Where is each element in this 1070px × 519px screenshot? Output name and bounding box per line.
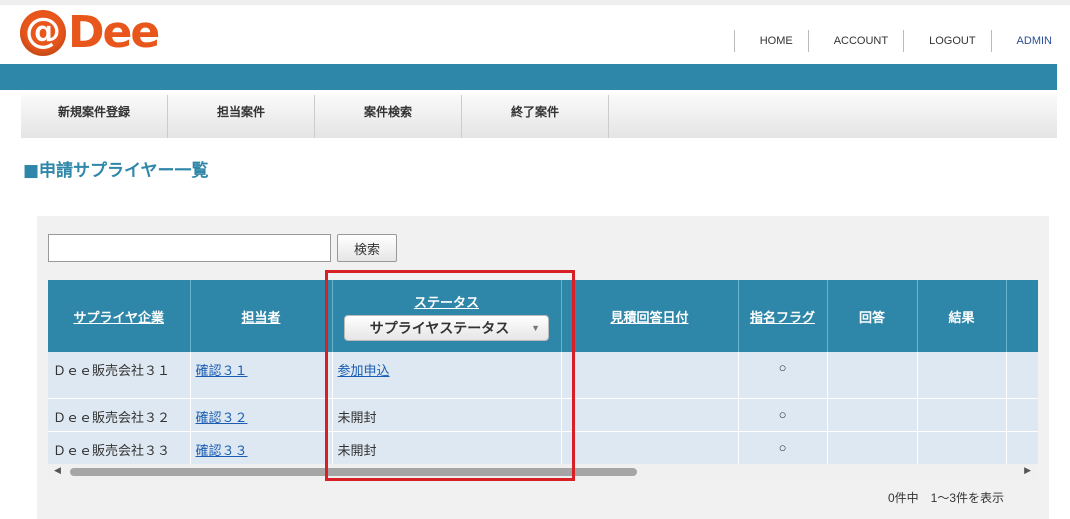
- cell-extra: [1006, 352, 1038, 399]
- search-input[interactable]: [48, 234, 331, 262]
- cell-flag: ○: [738, 431, 828, 465]
- cell-person: 確認３３: [190, 431, 333, 465]
- col-header-person[interactable]: 担当者: [190, 280, 333, 352]
- top-strip: [0, 0, 1070, 5]
- cell-person: 確認３２: [190, 398, 333, 432]
- menu-closed-projects[interactable]: 終了案件: [462, 95, 609, 138]
- menu-new-project[interactable]: 新規案件登録: [21, 95, 168, 138]
- cell-supplier: Ｄｅｅ販売会社３２: [48, 398, 191, 432]
- horizontal-scrollbar[interactable]: ◀ ▶: [48, 464, 1037, 480]
- cell-status: 参加申込: [332, 352, 562, 399]
- top-nav: HOME ACCOUNT LOGOUT ADMIN: [733, 30, 1056, 52]
- menu-assigned-projects[interactable]: 担当案件: [168, 95, 315, 138]
- logo[interactable]: @ Dee: [20, 7, 160, 58]
- person-link[interactable]: 確認３３: [196, 443, 248, 458]
- scroll-thumb[interactable]: [70, 468, 637, 476]
- col-header-answer: 回答: [827, 280, 918, 352]
- chevron-down-icon: ▼: [531, 322, 540, 333]
- col-header-status: ステータス サプライヤステータス ▼: [332, 280, 562, 352]
- cell-supplier: Ｄｅｅ販売会社３１: [48, 352, 191, 399]
- cell-supplier: Ｄｅｅ販売会社３３: [48, 431, 191, 465]
- cell-flag: ○: [738, 352, 828, 399]
- table-row: Ｄｅｅ販売会社３２ 確認３２ 未開封 ○: [48, 398, 1038, 432]
- col-header-supplier[interactable]: サプライヤ企業: [48, 280, 191, 352]
- cell-quote-date: [561, 398, 739, 432]
- col-header-extra: [1006, 280, 1038, 352]
- cell-status: 未開封: [332, 398, 562, 432]
- nav-account-link[interactable]: ACCOUNT: [807, 30, 903, 52]
- person-link[interactable]: 確認３１: [196, 363, 248, 378]
- col-header-quote-date[interactable]: 見積回答日付: [561, 280, 739, 352]
- header-band: [0, 64, 1057, 90]
- supplier-table-viewport: サプライヤ企業 担当者 ステータス サプライヤステータス ▼ 見積回答日付 指名…: [48, 280, 1038, 465]
- cell-quote-date: [561, 431, 739, 465]
- person-link[interactable]: 確認３２: [196, 410, 248, 425]
- cell-result: [917, 431, 1007, 465]
- table-row: Ｄｅｅ販売会社３３ 確認３３ 未開封 ○: [48, 431, 1038, 465]
- nav-admin-link[interactable]: ADMIN: [990, 30, 1056, 52]
- cell-quote-date: [561, 352, 739, 399]
- cell-status: 未開封: [332, 431, 562, 465]
- col-header-nominate-flag[interactable]: 指名フラグ: [738, 280, 828, 352]
- cell-answer: [827, 398, 918, 432]
- cell-extra: [1006, 431, 1038, 465]
- status-link[interactable]: 参加申込: [338, 363, 390, 378]
- cell-extra: [1006, 398, 1038, 432]
- menu-project-search[interactable]: 案件検索: [315, 95, 462, 138]
- cell-person: 確認３１: [190, 352, 333, 399]
- status-filter-value: サプライヤステータス: [369, 319, 510, 336]
- table-header-row: サプライヤ企業 担当者 ステータス サプライヤステータス ▼ 見積回答日付 指名…: [48, 280, 1038, 352]
- supplier-table: サプライヤ企業 担当者 ステータス サプライヤステータス ▼ 見積回答日付 指名…: [48, 280, 1038, 465]
- scroll-right-arrow-icon[interactable]: ▶: [1024, 466, 1031, 476]
- status-sort-link[interactable]: ステータス: [333, 292, 561, 311]
- nav-home-link[interactable]: HOME: [733, 30, 808, 52]
- scroll-left-arrow-icon[interactable]: ◀: [54, 466, 61, 476]
- cell-flag: ○: [738, 398, 828, 432]
- cell-result: [917, 398, 1007, 432]
- col-header-result: 結果: [917, 280, 1007, 352]
- logo-text: Dee: [68, 7, 160, 58]
- logo-at-mark: @: [20, 10, 66, 56]
- cell-answer: [827, 431, 918, 465]
- table-row: Ｄｅｅ販売会社３１ 確認３１ 参加申込 ○: [48, 352, 1038, 399]
- main-menu: 新規案件登録 担当案件 案件検索 終了案件: [21, 95, 1057, 138]
- cell-result: [917, 352, 1007, 399]
- nav-logout-link[interactable]: LOGOUT: [903, 30, 990, 52]
- search-button[interactable]: 検索: [337, 234, 397, 262]
- cell-answer: [827, 352, 918, 399]
- status-filter-select[interactable]: サプライヤステータス ▼: [344, 314, 549, 341]
- paging-info: 0件中 1～3件を表示: [888, 491, 1005, 505]
- page-title: ■申請サプライヤー一覧: [23, 161, 209, 181]
